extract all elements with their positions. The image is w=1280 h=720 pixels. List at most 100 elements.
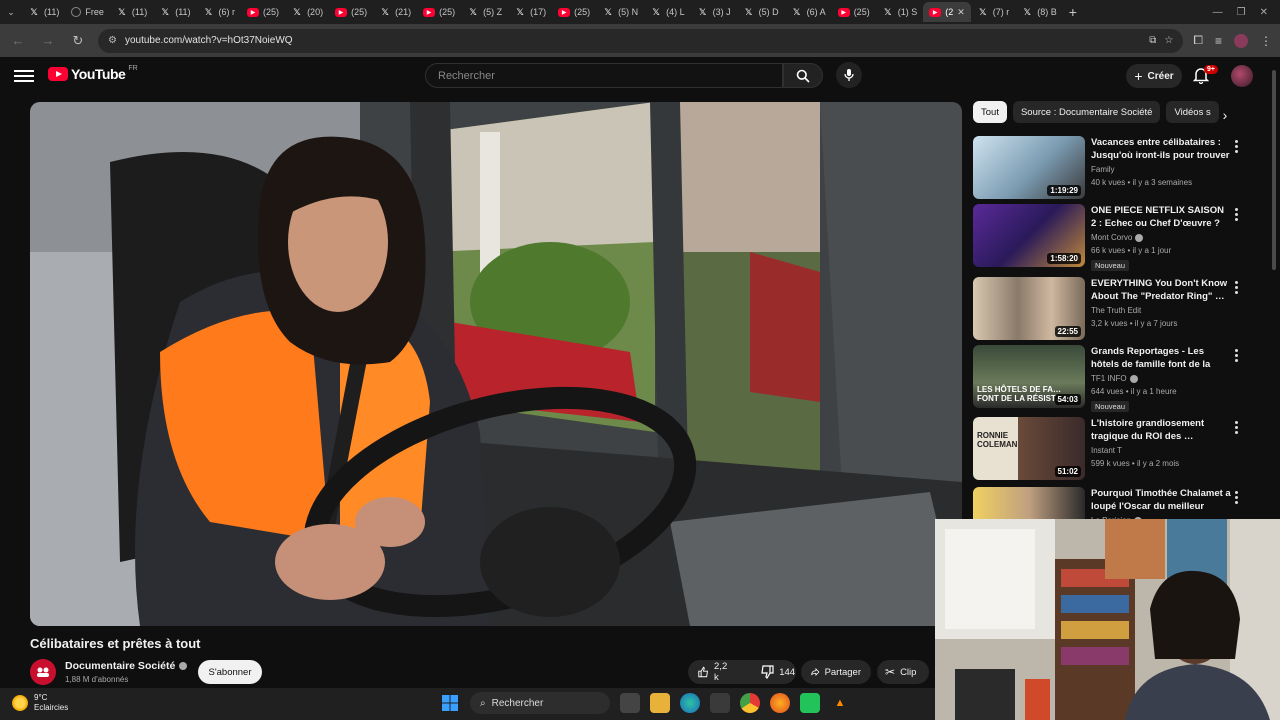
video-thumbnail[interactable]: LES HÔTELS DE FA… FONT DE LA RÉSIST… 54:0… bbox=[973, 345, 1085, 408]
chevron-right-icon[interactable]: › bbox=[1216, 106, 1234, 124]
browser-tab[interactable]: 𝕏 (4) L bbox=[644, 2, 691, 22]
browser-menu-icon[interactable]: ⋮ bbox=[1260, 34, 1272, 48]
voice-search-button[interactable] bbox=[836, 62, 862, 88]
site-info-icon[interactable]: ⚙ bbox=[108, 35, 117, 46]
video-thumbnail[interactable] bbox=[973, 487, 1085, 519]
forward-button[interactable]: → bbox=[38, 31, 58, 51]
close-window-icon[interactable]: ✕ bbox=[1260, 7, 1268, 18]
windows-start-icon[interactable] bbox=[440, 693, 460, 713]
recommended-channel[interactable]: Instant T bbox=[1091, 446, 1122, 455]
firefox-icon[interactable] bbox=[770, 693, 790, 713]
recommended-video-title[interactable]: L'histoire grandiosement tragique du ROI… bbox=[1091, 417, 1231, 443]
profile-icon[interactable] bbox=[1234, 33, 1248, 48]
minimize-icon[interactable]: — bbox=[1213, 7, 1223, 18]
subscribe-button[interactable]: S'abonner bbox=[198, 660, 262, 684]
browser-tab[interactable]: 𝕏 (7) r bbox=[971, 2, 1016, 22]
edge-browser-icon[interactable] bbox=[680, 693, 700, 713]
browser-tab[interactable]: 𝕏 (20) bbox=[285, 2, 329, 22]
browser-tab[interactable]: ▶ (2 ✕ bbox=[923, 2, 971, 22]
like-button[interactable]: 2,2 k bbox=[688, 660, 740, 684]
tab-close-icon[interactable]: ✕ bbox=[957, 7, 965, 18]
browser-tab[interactable]: ▶ (25) bbox=[241, 2, 285, 22]
taskbar-search[interactable]: ⌕ Rechercher bbox=[470, 692, 610, 714]
video-thumbnail[interactable]: 1:19:29 bbox=[973, 136, 1085, 199]
browser-tab[interactable]: ▶ (25) bbox=[832, 2, 876, 22]
url-field[interactable]: ⚙ youtube.com/watch?v=hOt37NoieWQ ⧉ ☆ bbox=[98, 28, 1184, 53]
recommended-video-title[interactable]: Grands Reportages - Les hôtels de famill… bbox=[1091, 345, 1231, 371]
browser-tab[interactable]: ▶ (25) bbox=[329, 2, 373, 22]
recommended-video[interactable]: 1:19:29 Vacances entre célibataires : Jus… bbox=[973, 136, 1263, 202]
task-view-icon[interactable] bbox=[620, 693, 640, 713]
reload-button[interactable]: ↻ bbox=[68, 31, 88, 51]
video-player[interactable] bbox=[30, 102, 962, 626]
browser-tab[interactable]: 𝕏 (8) B bbox=[1015, 2, 1063, 22]
recommended-video-title[interactable]: ONE PIECE NETFLIX SAISON 2 : Echec ou Ch… bbox=[1091, 204, 1231, 230]
new-tab-button[interactable]: + bbox=[1063, 2, 1083, 22]
chip-all[interactable]: Tout bbox=[973, 101, 1007, 123]
page-scrollbar[interactable] bbox=[1272, 60, 1278, 510]
browser-tab[interactable]: 𝕏 (5) Z bbox=[461, 2, 508, 22]
recommended-channel[interactable]: TF1 INFO bbox=[1091, 374, 1138, 383]
search-button[interactable] bbox=[783, 63, 823, 88]
recommended-video-title[interactable]: Vacances entre célibataires : Jusqu'où i… bbox=[1091, 136, 1231, 162]
hamburger-menu-icon[interactable] bbox=[14, 67, 34, 85]
search-input[interactable]: Rechercher bbox=[425, 63, 783, 88]
recommended-channel[interactable]: Mont Corvo bbox=[1091, 233, 1144, 242]
discord-icon[interactable] bbox=[800, 693, 820, 713]
video-thumbnail[interactable]: 22:55 bbox=[973, 277, 1085, 340]
more-options-icon[interactable] bbox=[1231, 206, 1241, 222]
browser-tab[interactable]: 𝕏 (11) bbox=[153, 2, 196, 22]
recommended-video-title[interactable]: EVERYTHING You Don't Know About The "Pre… bbox=[1091, 277, 1231, 303]
extensions-puzzle-icon[interactable]: ⧠ bbox=[1193, 33, 1203, 48]
weather-widget[interactable]: 9°C Eclaircies bbox=[12, 693, 68, 713]
youtube-logo[interactable]: YouTube FR bbox=[48, 65, 138, 82]
account-avatar[interactable] bbox=[1231, 65, 1253, 87]
browser-tab[interactable]: 𝕏 (1) S bbox=[876, 2, 924, 22]
clip-button[interactable]: ✂ Clip bbox=[877, 660, 929, 684]
install-app-icon[interactable]: ⧉ bbox=[1149, 35, 1156, 46]
dislike-button[interactable]: 144 bbox=[750, 660, 805, 684]
browser-tab[interactable]: 𝕏 (21) bbox=[373, 2, 417, 22]
chrome-icon[interactable] bbox=[740, 693, 760, 713]
video-thumbnail[interactable]: RONNIE COLEMAN 51:02 bbox=[973, 417, 1085, 480]
file-explorer-icon[interactable] bbox=[650, 693, 670, 713]
browser-tab[interactable]: 𝕏 (6) r bbox=[197, 2, 242, 22]
browser-tab[interactable]: 𝕏 (11) bbox=[110, 2, 153, 22]
more-options-icon[interactable] bbox=[1231, 138, 1241, 154]
more-options-icon[interactable] bbox=[1231, 489, 1241, 505]
channel-name[interactable]: Documentaire Société bbox=[65, 660, 188, 672]
restore-icon[interactable]: ❐ bbox=[1237, 7, 1246, 18]
browser-tab[interactable]: ▶ (25) bbox=[552, 2, 596, 22]
recommended-channel[interactable]: Family bbox=[1091, 165, 1115, 174]
browser-tab[interactable]: 𝕏 (17) bbox=[508, 2, 552, 22]
more-options-icon[interactable] bbox=[1231, 279, 1241, 295]
recommended-video[interactable]: 1:58:20 ONE PIECE NETFLIX SAISON 2 : Eche… bbox=[973, 204, 1263, 271]
create-button[interactable]: + Créer bbox=[1126, 64, 1182, 88]
browser-tab[interactable]: 𝕏 (3) J bbox=[691, 2, 737, 22]
recommended-video[interactable]: 22:55 EVERYTHING You Don't Know About The… bbox=[973, 277, 1263, 343]
bookmark-star-icon[interactable]: ☆ bbox=[1164, 35, 1173, 46]
share-button[interactable]: Partager bbox=[801, 660, 871, 684]
recommended-video[interactable]: LES HÔTELS DE FA… FONT DE LA RÉSIST… 54:0… bbox=[973, 345, 1263, 412]
microsoft-store-icon[interactable] bbox=[710, 693, 730, 713]
back-button[interactable]: ← bbox=[8, 31, 28, 51]
recommended-video[interactable]: RONNIE COLEMAN 51:02 L'histoire grandiosem… bbox=[973, 417, 1263, 483]
more-options-icon[interactable] bbox=[1231, 419, 1241, 435]
channel-avatar[interactable] bbox=[30, 659, 56, 685]
browser-tab[interactable]: Free bbox=[65, 2, 110, 22]
browser-tab[interactable]: 𝕏 (5) D bbox=[737, 2, 785, 22]
more-options-icon[interactable] bbox=[1231, 347, 1241, 363]
browser-tab[interactable]: 𝕏 (5) N bbox=[596, 2, 644, 22]
browser-tab[interactable]: 𝕏 (6) A bbox=[785, 2, 832, 22]
browser-tab[interactable]: 𝕏 (11) bbox=[22, 2, 65, 22]
media-controls-icon[interactable]: ≡ bbox=[1215, 34, 1222, 48]
browser-tab[interactable]: ▶ (25) bbox=[417, 2, 461, 22]
tab-search-chevron-icon[interactable]: ⌄ bbox=[0, 2, 22, 22]
chip-videos[interactable]: Vidéos s bbox=[1166, 101, 1219, 123]
recommended-video-title[interactable]: Pourquoi Timothée Chalamet a loupé l'Osc… bbox=[1091, 487, 1231, 513]
chip-source-channel[interactable]: Source : Documentaire Société bbox=[1012, 101, 1161, 123]
vlc-icon[interactable]: ▲ bbox=[830, 693, 850, 713]
recommended-video[interactable]: Pourquoi Timothée Chalamet a loupé l'Osc… bbox=[973, 487, 1263, 519]
video-thumbnail[interactable]: 1:58:20 bbox=[973, 204, 1085, 267]
recommended-channel[interactable]: The Truth Edit bbox=[1091, 306, 1141, 315]
